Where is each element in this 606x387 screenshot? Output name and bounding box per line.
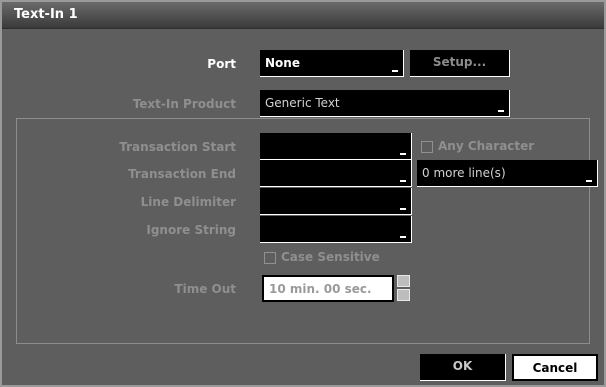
timeout-increment-button[interactable] bbox=[397, 275, 410, 287]
case-sensitive-label: Case Sensitive bbox=[281, 250, 380, 264]
ignore-string-label: Ignore String bbox=[146, 223, 236, 237]
setup-button[interactable]: Setup... bbox=[410, 50, 510, 77]
product-value: Generic Text bbox=[265, 96, 340, 110]
transaction-end-label: Transaction End bbox=[128, 167, 236, 181]
input-caret-icon bbox=[400, 153, 406, 155]
transaction-start-field[interactable] bbox=[260, 133, 412, 160]
input-caret-icon bbox=[400, 236, 406, 238]
dropdown-caret-icon bbox=[498, 110, 504, 112]
case-sensitive-checkbox[interactable] bbox=[264, 252, 276, 264]
product-dropdown[interactable]: Generic Text bbox=[260, 90, 510, 117]
ok-button[interactable]: OK bbox=[420, 354, 506, 381]
dialog-title: Text-In 1 bbox=[14, 7, 78, 22]
timeout-value: 10 min. 00 sec. bbox=[269, 282, 372, 296]
dropdown-caret-icon bbox=[586, 180, 592, 182]
line-delimiter-label: Line Delimiter bbox=[140, 195, 236, 209]
timeout-decrement-button[interactable] bbox=[397, 289, 410, 301]
cancel-button[interactable]: Cancel bbox=[512, 354, 598, 381]
any-character-checkbox[interactable] bbox=[421, 141, 433, 153]
line-delimiter-field[interactable] bbox=[260, 188, 412, 215]
any-character-label: Any Character bbox=[438, 139, 535, 153]
title-bar: Text-In 1 bbox=[2, 2, 604, 29]
ignore-string-field[interactable] bbox=[260, 216, 412, 243]
transaction-end-field[interactable] bbox=[260, 160, 412, 187]
port-dropdown[interactable]: None bbox=[260, 50, 404, 77]
port-label: Port bbox=[207, 57, 236, 71]
more-lines-value: 0 more line(s) bbox=[422, 166, 506, 180]
more-lines-dropdown[interactable]: 0 more line(s) bbox=[417, 160, 598, 187]
timeout-label: Time Out bbox=[174, 282, 236, 296]
input-caret-icon bbox=[400, 180, 406, 182]
product-label: Text-In Product bbox=[132, 97, 236, 111]
dropdown-caret-icon bbox=[392, 70, 398, 72]
timeout-field[interactable]: 10 min. 00 sec. bbox=[262, 275, 394, 302]
text-in-dialog: Text-In 1 Port None Setup... Text-In Pro… bbox=[0, 0, 606, 387]
input-caret-icon bbox=[400, 208, 406, 210]
port-value: None bbox=[265, 56, 300, 70]
transaction-start-label: Transaction Start bbox=[119, 140, 236, 154]
